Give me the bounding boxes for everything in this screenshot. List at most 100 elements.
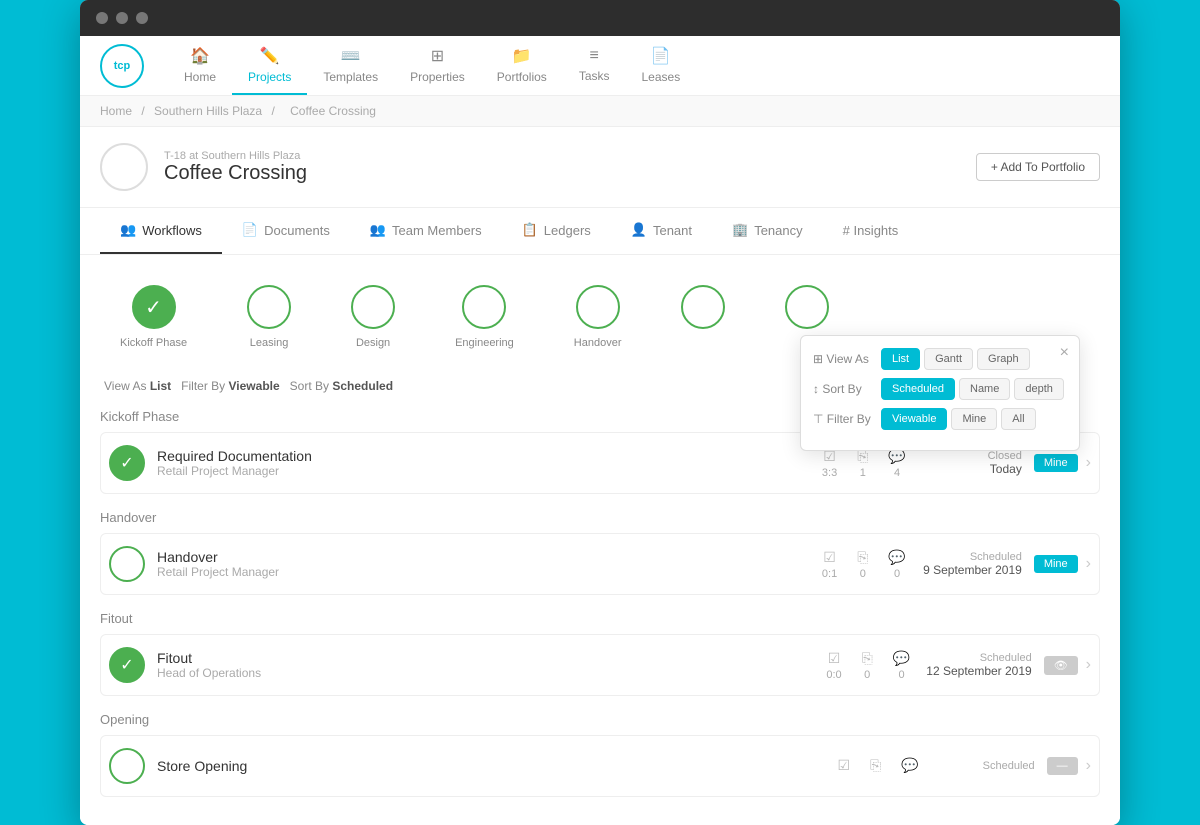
comments-meta: 💬 0 (893, 650, 910, 681)
copies-value: 0 (864, 669, 870, 681)
project-info: T-18 at Southern Hills Plaza Coffee Cros… (164, 150, 960, 185)
breadcrumb-sep2: / (271, 104, 274, 118)
breadcrumb-plaza[interactable]: Southern Hills Plaza (154, 104, 262, 118)
nav-item-portfolios[interactable]: 📁 Portfolios (481, 36, 563, 95)
close-icon[interactable]: × (1060, 344, 1069, 362)
add-portfolio-button[interactable]: + Add To Portfolio (976, 153, 1100, 181)
phase6-circle (681, 285, 725, 329)
design-circle (351, 285, 395, 329)
task-name: Store Opening (157, 758, 837, 774)
view-graph-btn[interactable]: Graph (977, 348, 1030, 370)
filter-mine-btn[interactable]: Mine (951, 408, 997, 430)
checks-meta: ☑ 0:1 (822, 549, 837, 580)
task-row-store-opening: Store Opening ☑ ⎘ 💬 Scheduled (100, 735, 1100, 797)
copy-icon: ⎘ (862, 650, 873, 667)
view-options-popup: × ⊞ View As List Gantt Graph ↕ Sort By (800, 335, 1080, 451)
breadcrumb: Home / Southern Hills Plaza / Coffee Cro… (80, 96, 1120, 127)
browser-dot-3 (136, 12, 148, 24)
wf-kickoff[interactable]: ✓ Kickoff Phase (120, 285, 187, 349)
chevron-right-icon[interactable]: › (1086, 757, 1091, 775)
task-tag-line: — (1047, 757, 1078, 775)
task-status: Closed Today (922, 450, 1022, 476)
nav-item-properties[interactable]: ⊞ Properties (394, 36, 481, 95)
copy-icon: ⎘ (857, 549, 868, 566)
breadcrumb-sep1: / (141, 104, 144, 118)
status-label: Scheduled (926, 652, 1031, 664)
copies-meta: ⎘ (870, 757, 881, 776)
nav-item-templates[interactable]: ⌨️ Templates (307, 36, 394, 95)
documents-icon: 📄 (242, 222, 258, 238)
filter-all-btn[interactable]: All (1001, 408, 1035, 430)
filter-icon: ⊤ (813, 412, 823, 426)
popup-sort-label: ↕ Sort By (813, 382, 873, 396)
task-tag-mine: Mine (1034, 555, 1078, 573)
tab-team-members[interactable]: 👥 Team Members (350, 208, 502, 254)
sort-by-value: Scheduled (332, 379, 393, 393)
tab-ledgers[interactable]: 📋 Ledgers (502, 208, 611, 254)
check-icon: ✓ (145, 295, 162, 320)
task-circle-filled: ✓ (109, 445, 145, 481)
task-tag-mine: Mine (1034, 454, 1078, 472)
checks-meta: ☑ (837, 757, 850, 776)
popup-filter-row: ⊤ Filter By Viewable Mine All (813, 408, 1067, 430)
tab-tenant[interactable]: 👤 Tenant (611, 208, 712, 254)
tab-workflows[interactable]: 👥 Workflows (100, 208, 222, 254)
check-icon: ✓ (120, 655, 133, 675)
checks-value: 0:0 (826, 669, 841, 681)
task-status: Scheduled 9 September 2019 (922, 551, 1022, 577)
section-handover-header: Handover (100, 510, 1100, 525)
leasing-label: Leasing (250, 337, 289, 349)
view-list-btn[interactable]: List (881, 348, 920, 370)
wf-leasing[interactable]: Leasing (247, 285, 291, 349)
view-as-label: View As (104, 379, 150, 393)
workflows-icon: 👥 (120, 222, 136, 238)
sort-name-btn[interactable]: Name (959, 378, 1010, 400)
sort-icon: ↕ (813, 382, 819, 396)
task-meta: ☑ ⎘ 💬 (837, 757, 918, 776)
wf-design[interactable]: Design (351, 285, 395, 349)
nav-item-tasks[interactable]: ≡ Tasks (563, 36, 626, 95)
copies-value: 1 (860, 467, 866, 479)
task-meta: ☑ 3:3 ⎘ 1 💬 4 (822, 448, 906, 479)
status-date: 9 September 2019 (922, 563, 1022, 577)
chevron-right-icon[interactable]: › (1086, 656, 1091, 674)
nav-item-projects[interactable]: ✏️ Projects (232, 36, 307, 95)
view-gantt-btn[interactable]: Gantt (924, 348, 973, 370)
breadcrumb-home[interactable]: Home (100, 104, 132, 118)
project-header: T-18 at Southern Hills Plaza Coffee Cros… (80, 127, 1120, 208)
sort-depth-btn[interactable]: depth (1014, 378, 1064, 400)
properties-icon: ⊞ (431, 46, 444, 66)
section-opening-header: Opening (100, 712, 1100, 727)
wf-phase6[interactable] (681, 285, 725, 349)
nav-item-home[interactable]: 🏠 Home (168, 36, 232, 95)
grid-icon: ⊞ (813, 352, 823, 366)
checkbox-icon: ☑ (823, 549, 836, 566)
app-nav: tcp 🏠 Home ✏️ Projects ⌨️ Templates ⊞ Pr… (80, 36, 1120, 96)
task-circle-filled: ✓ (109, 647, 145, 683)
sort-scheduled-btn[interactable]: Scheduled (881, 378, 955, 400)
copy-icon: ⎘ (870, 757, 881, 774)
wf-engineering[interactable]: Engineering (455, 285, 514, 349)
filter-viewable-btn[interactable]: Viewable (881, 408, 947, 430)
task-role: Retail Project Manager (157, 464, 822, 478)
tab-documents[interactable]: 📄 Documents (222, 208, 350, 254)
templates-icon: ⌨️ (341, 46, 361, 66)
handover-circle (576, 285, 620, 329)
filter-by-label: Filter By (181, 379, 228, 393)
nav-item-leases[interactable]: 📄 Leases (626, 36, 697, 95)
tenancy-icon: 🏢 (732, 222, 748, 238)
engineering-circle (462, 285, 506, 329)
logo[interactable]: tcp (100, 44, 144, 88)
tab-insights[interactable]: # Insights (823, 208, 919, 254)
section-fitout-header: Fitout (100, 611, 1100, 626)
tab-tenancy[interactable]: 🏢 Tenancy (712, 208, 823, 254)
project-sub-title: T-18 at Southern Hills Plaza (164, 150, 960, 162)
chevron-right-icon[interactable]: › (1086, 454, 1091, 472)
checkbox-icon: ☑ (828, 650, 841, 667)
browser-window: tcp 🏠 Home ✏️ Projects ⌨️ Templates ⊞ Pr… (80, 0, 1120, 825)
tasks-icon: ≡ (589, 47, 598, 65)
nav-label-properties: Properties (410, 70, 465, 84)
browser-dot-2 (116, 12, 128, 24)
wf-handover[interactable]: Handover (574, 285, 622, 349)
chevron-right-icon[interactable]: › (1086, 555, 1091, 573)
